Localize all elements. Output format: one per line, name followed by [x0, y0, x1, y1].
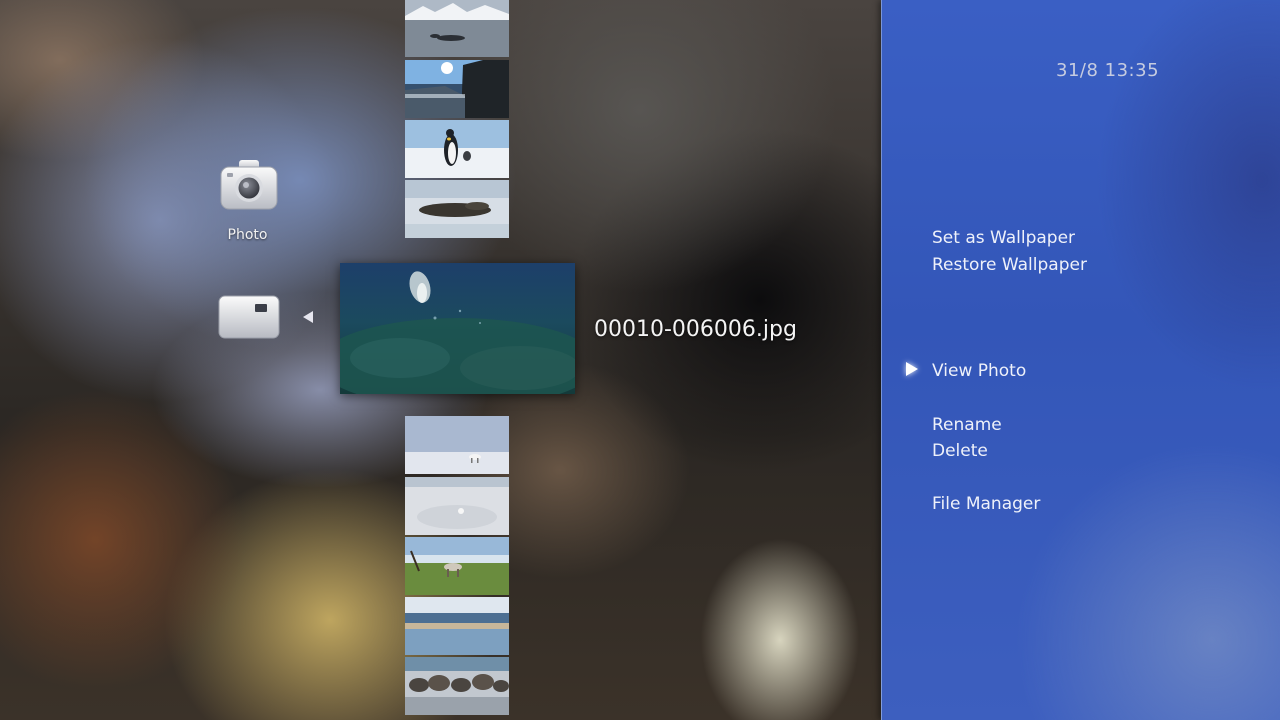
photo-thumbnail[interactable]	[405, 120, 509, 178]
menu-item-view-photo[interactable]: View Photo	[932, 361, 1026, 381]
menu-item-set-as-wallpaper[interactable]: Set as Wallpaper	[932, 228, 1075, 248]
menu-item-delete[interactable]: Delete	[932, 441, 988, 461]
camera-icon[interactable]	[219, 159, 279, 211]
photo-thumbnail[interactable]	[405, 597, 509, 655]
category-label: Photo	[227, 227, 268, 243]
photo-thumbnail[interactable]	[405, 657, 509, 715]
photo-thumbnail[interactable]	[405, 60, 509, 118]
options-panel	[881, 0, 1280, 720]
xmb-screen: Photo 00010-006006.jpg 31/8 13:35 Set as…	[0, 0, 1280, 720]
photo-thumbnail[interactable]	[405, 477, 509, 535]
selected-file-name: 00010-006006.jpg	[594, 317, 797, 342]
photo-thumbnail[interactable]	[405, 416, 509, 474]
photo-thumbnail[interactable]	[405, 537, 509, 595]
folder-icon[interactable]	[218, 295, 280, 339]
menu-item-rename[interactable]: Rename	[932, 415, 1002, 435]
clock: 31/8 13:35	[1056, 60, 1160, 81]
photo-thumbnail[interactable]	[405, 0, 509, 57]
photo-thumbnail[interactable]	[405, 180, 509, 238]
menu-item-restore-wallpaper[interactable]: Restore Wallpaper	[932, 255, 1087, 275]
selection-arrow-icon	[906, 362, 918, 376]
menu-item-file-manager[interactable]: File Manager	[932, 494, 1040, 514]
back-arrow-icon	[303, 311, 313, 323]
selected-photo-thumbnail[interactable]	[340, 263, 575, 394]
